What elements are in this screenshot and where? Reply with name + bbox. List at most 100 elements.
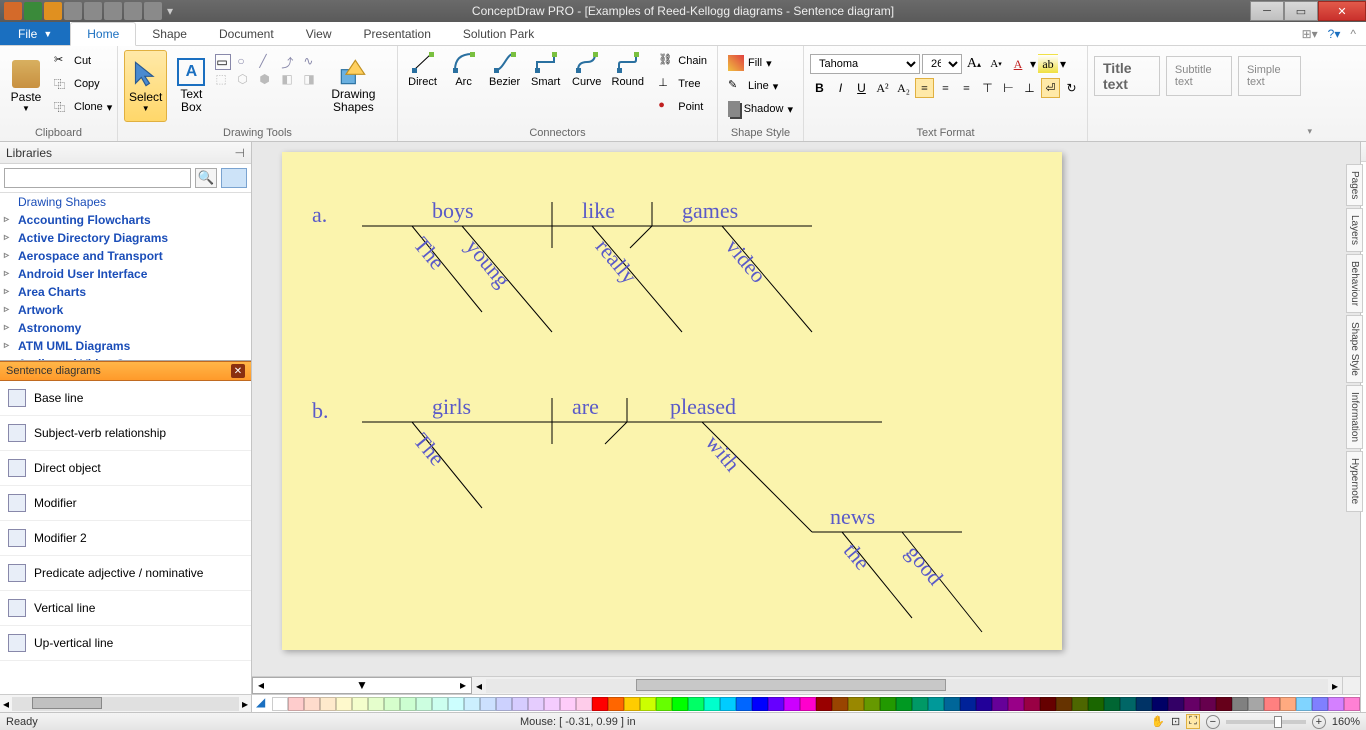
pin-icon[interactable]: ⊣ (235, 146, 245, 160)
lib-item[interactable]: Accounting Flowcharts (0, 211, 251, 229)
lib-item[interactable]: Active Directory Diagrams (0, 229, 251, 247)
qat-undo-icon[interactable] (24, 2, 42, 20)
shape-item[interactable]: Direct object (0, 451, 251, 486)
color-swatch[interactable] (784, 697, 800, 711)
font-select[interactable]: Tahoma (810, 54, 920, 74)
connector-round[interactable]: Round (609, 50, 646, 88)
shape-item[interactable]: Vertical line (0, 591, 251, 626)
fit-icon[interactable]: ⛶ (1186, 714, 1200, 729)
color-swatch[interactable] (1200, 697, 1216, 711)
zoom-slider[interactable] (1226, 720, 1306, 724)
align-middle-button[interactable]: ⊢ (999, 78, 1018, 98)
tab-view[interactable]: View (290, 22, 348, 45)
word[interactable]: girls (432, 394, 471, 420)
color-swatch[interactable] (1312, 697, 1328, 711)
close-button[interactable]: ✕ (1318, 1, 1366, 21)
select-button[interactable]: Select▼ (124, 50, 167, 122)
fontsize-select[interactable]: 26 (922, 54, 962, 74)
side-tab-information[interactable]: Information (1346, 385, 1363, 449)
color-swatch[interactable] (672, 697, 688, 711)
word[interactable]: news (830, 504, 875, 530)
color-swatch[interactable] (944, 697, 960, 711)
color-swatch[interactable] (992, 697, 1008, 711)
horizontal-scrollbar[interactable]: ◂ ▸ (472, 677, 1342, 694)
tool-icon[interactable]: ⤴ (281, 54, 297, 70)
maximize-button[interactable]: ▭ (1284, 1, 1318, 21)
left-panel-scrollbar[interactable]: ◂ ▸ (0, 694, 251, 712)
hand-tool-icon[interactable]: ✋ (1151, 715, 1165, 728)
connector-curve[interactable]: Curve (568, 50, 605, 88)
side-tab-pages[interactable]: Pages (1346, 164, 1363, 206)
color-swatch[interactable] (528, 697, 544, 711)
tool-icon[interactable]: ⬚ (215, 72, 231, 88)
align-bottom-button[interactable]: ⊥ (1020, 78, 1039, 98)
color-swatch[interactable] (336, 697, 352, 711)
grow-font-button[interactable]: A▴ (964, 54, 984, 74)
color-swatch[interactable] (352, 697, 368, 711)
zoom-level[interactable]: 160% (1332, 716, 1360, 728)
help-icon[interactable]: ?▾ (1328, 27, 1341, 41)
color-swatch[interactable] (512, 697, 528, 711)
bold-button[interactable]: B (810, 78, 829, 98)
textbox-button[interactable]: A Text Box (171, 50, 211, 122)
library-tree[interactable]: Drawing Shapes Accounting Flowcharts Act… (0, 193, 251, 361)
word[interactable]: like (582, 198, 615, 224)
tool-icon[interactable]: ⬡ (237, 72, 253, 88)
wrap-button[interactable]: ⏎ (1041, 78, 1060, 98)
color-swatch[interactable] (1024, 697, 1040, 711)
color-swatch[interactable] (304, 697, 320, 711)
collapse-ribbon-icon[interactable]: ^ (1350, 27, 1356, 41)
color-swatch[interactable] (1168, 697, 1184, 711)
color-swatch[interactable] (1296, 697, 1312, 711)
library-search-input[interactable] (4, 168, 191, 188)
align-top-button[interactable]: ⊤ (978, 78, 997, 98)
lib-item[interactable]: ATM UML Diagrams (0, 337, 251, 355)
qat-redo-icon[interactable] (44, 2, 62, 20)
rotate-button[interactable]: ↻ (1062, 78, 1081, 98)
snap-icon[interactable]: ⊡ (1171, 715, 1180, 728)
color-swatch[interactable] (480, 697, 496, 711)
color-swatch[interactable] (768, 697, 784, 711)
color-swatch[interactable] (496, 697, 512, 711)
color-swatch[interactable] (576, 697, 592, 711)
side-tab-hypernote[interactable]: Hypernote (1346, 451, 1363, 511)
color-swatch[interactable] (848, 697, 864, 711)
color-swatch[interactable] (688, 697, 704, 711)
color-swatch[interactable] (1280, 697, 1296, 711)
tool-icon[interactable]: ○ (237, 54, 253, 70)
color-swatch[interactable] (320, 697, 336, 711)
chain-button[interactable]: ⛓Chain (654, 50, 711, 72)
side-tab-layers[interactable]: Layers (1346, 208, 1363, 252)
color-swatch[interactable] (288, 697, 304, 711)
point-button[interactable]: ●Point (654, 96, 711, 118)
shape-item[interactable]: Modifier 2 (0, 521, 251, 556)
zoom-in-button[interactable]: + (1312, 715, 1326, 729)
fill-button[interactable]: Fill ▾ (724, 52, 797, 74)
color-swatch[interactable] (1152, 697, 1168, 711)
tool-icon[interactable]: ◨ (303, 72, 319, 88)
tool-icon[interactable]: ◧ (281, 72, 297, 88)
color-swatch[interactable] (624, 697, 640, 711)
tab-scroll-right[interactable]: ▸ (455, 678, 471, 693)
color-swatch[interactable] (432, 697, 448, 711)
qat-icon[interactable] (84, 2, 102, 20)
zoom-out-button[interactable]: − (1206, 715, 1220, 729)
subtitle-text-sample[interactable]: Subtitle text (1166, 56, 1232, 96)
tool-icon[interactable]: ╱ (259, 54, 275, 70)
word[interactable]: games (682, 198, 738, 224)
tab-shape[interactable]: Shape (136, 22, 203, 45)
view-toggle-button[interactable] (221, 168, 247, 188)
shape-item[interactable]: Modifier (0, 486, 251, 521)
shape-item[interactable]: Subject-verb relationship (0, 416, 251, 451)
color-swatch[interactable] (704, 697, 720, 711)
connector-direct[interactable]: Direct (404, 50, 441, 88)
color-swatch[interactable] (1136, 697, 1152, 711)
shrink-font-button[interactable]: A▾ (986, 54, 1006, 74)
tab-solution-park[interactable]: Solution Park (447, 22, 550, 45)
drawing-page[interactable]: a. boys like games The young really vide… (282, 152, 1062, 650)
color-swatch[interactable] (272, 697, 288, 711)
title-text-sample[interactable]: Title text (1094, 56, 1160, 96)
color-swatch[interactable] (1008, 697, 1024, 711)
color-swatch[interactable] (1056, 697, 1072, 711)
color-swatch[interactable] (912, 697, 928, 711)
